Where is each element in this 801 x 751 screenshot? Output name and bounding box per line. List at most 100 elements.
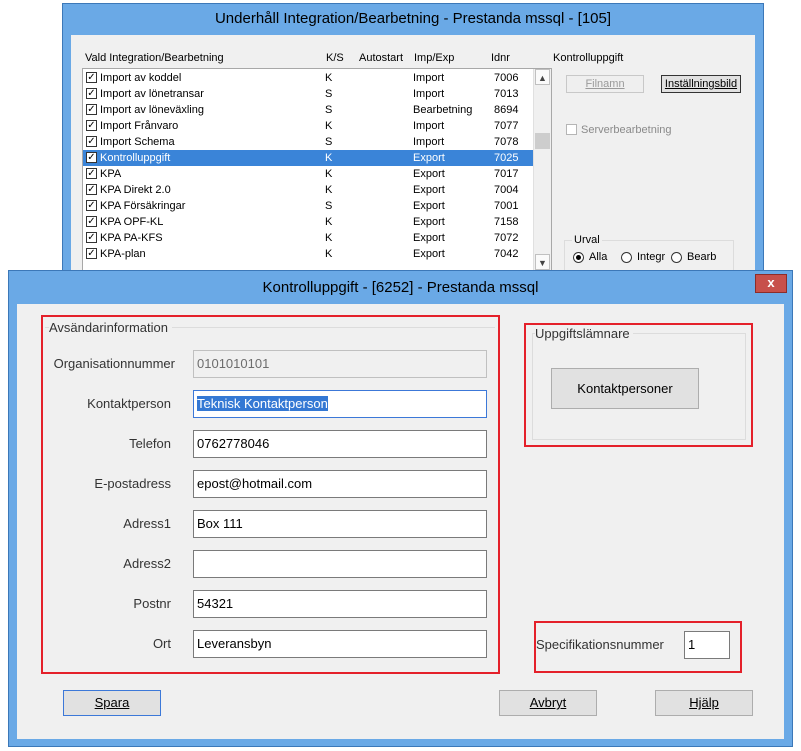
row-idnr: 7017 bbox=[494, 168, 519, 180]
scroll-up-icon[interactable]: ▲ bbox=[535, 69, 550, 85]
zip-field[interactable]: 54321 bbox=[193, 590, 487, 618]
kontaktpersoner-button[interactable]: Kontaktpersoner bbox=[551, 368, 699, 409]
filer-group-title: Uppgiftslämnare bbox=[535, 326, 633, 341]
org-label: Organisationnummer bbox=[53, 356, 175, 371]
column-header-idnr[interactable]: Idnr bbox=[491, 52, 510, 64]
side-title: Kontrolluppgift bbox=[553, 52, 624, 64]
address1-label: Adress1 bbox=[123, 516, 171, 531]
row-impexp: Export bbox=[413, 216, 445, 228]
spec-number-field[interactable]: 1 bbox=[684, 631, 730, 659]
row-ks: K bbox=[325, 216, 333, 228]
scroll-down-icon[interactable]: ▼ bbox=[535, 254, 550, 270]
list-row[interactable]: ✓ KPA Försäkringar S Export 7001 bbox=[83, 198, 534, 214]
row-checkbox[interactable]: ✓ bbox=[86, 248, 97, 259]
radio-alla-label: Alla bbox=[589, 251, 608, 263]
row-idnr: 7001 bbox=[494, 200, 519, 212]
email-label: E-postadress bbox=[94, 476, 171, 491]
phone-field[interactable]: 0762778046 bbox=[193, 430, 487, 458]
row-checkbox[interactable]: ✓ bbox=[86, 168, 97, 179]
list-row[interactable]: ✓ KPA K Export 7017 bbox=[83, 166, 534, 182]
row-checkbox[interactable]: ✓ bbox=[86, 200, 97, 211]
row-impexp: Import bbox=[413, 136, 445, 148]
row-ks: K bbox=[325, 168, 333, 180]
phone-label: Telefon bbox=[129, 436, 171, 451]
row-name: Import av lönetransar bbox=[100, 88, 204, 100]
installningsbild-button[interactable]: Inställningsbild bbox=[661, 75, 741, 93]
list-row[interactable]: ✓ KPA OPF-KL K Export 7158 bbox=[83, 214, 534, 230]
row-name: Import av koddel bbox=[100, 72, 182, 84]
integration-list[interactable]: ✓ Import av koddel K Import 7006 ✓ Import av l… bbox=[82, 68, 552, 271]
close-button[interactable]: x bbox=[755, 274, 787, 293]
background-window-title: Underhåll Integration/Bearbetning - Pres… bbox=[214, 10, 612, 27]
help-button[interactable]: Hjälp bbox=[655, 690, 753, 716]
row-name: KPA bbox=[100, 168, 122, 180]
row-checkbox[interactable]: ✓ bbox=[86, 184, 97, 195]
list-row[interactable]: ✓ KPA PA-KFS K Export 7072 bbox=[83, 230, 534, 246]
column-header-name[interactable]: Vald Integration/Bearbetning bbox=[85, 52, 224, 64]
city-label: Ort bbox=[152, 636, 171, 651]
help-label: Hjälp bbox=[689, 695, 719, 710]
contact-person-value: Teknisk Kontaktperson bbox=[197, 396, 328, 411]
list-row[interactable]: ✓ Import av koddel K Import 7006 bbox=[83, 70, 534, 86]
cancel-button[interactable]: Avbryt bbox=[499, 690, 597, 716]
row-impexp: Export bbox=[413, 152, 445, 164]
org-number-field[interactable]: 0101010101 bbox=[193, 350, 487, 378]
row-idnr: 7158 bbox=[494, 216, 519, 228]
row-impexp: Export bbox=[413, 232, 445, 244]
kontrolluppgift-dialog: Kontrolluppgift - [6252] - Prestanda mss… bbox=[8, 270, 793, 747]
column-header-ks[interactable]: K/S bbox=[326, 52, 344, 64]
row-name: KPA Direkt 2.0 bbox=[100, 184, 171, 196]
row-checkbox[interactable]: ✓ bbox=[86, 88, 97, 99]
list-row[interactable]: ✓ KPA Direkt 2.0 K Export 7004 bbox=[83, 182, 534, 198]
contact-person-field[interactable]: Teknisk Kontaktperson bbox=[193, 390, 487, 418]
row-impexp: Export bbox=[413, 168, 445, 180]
radio-integr-label: Integr bbox=[637, 251, 666, 263]
row-checkbox[interactable]: ✓ bbox=[86, 120, 97, 131]
row-impexp: Import bbox=[413, 72, 445, 84]
address2-field[interactable] bbox=[193, 550, 487, 578]
list-scrollbar[interactable]: ▲ ▼ bbox=[533, 69, 551, 270]
row-impexp: Import bbox=[413, 88, 445, 100]
list-row[interactable]: ✓ Import Frånvaro K Import 7077 bbox=[83, 118, 534, 134]
radio-alla[interactable] bbox=[573, 252, 584, 263]
city-field[interactable]: Leveransbyn bbox=[193, 630, 487, 658]
address2-label: Adress2 bbox=[123, 556, 171, 571]
row-checkbox[interactable]: ✓ bbox=[86, 152, 97, 163]
row-checkbox[interactable]: ✓ bbox=[86, 72, 97, 83]
filnamn-label: Filnamn bbox=[585, 78, 625, 90]
row-checkbox[interactable]: ✓ bbox=[86, 232, 97, 243]
list-row[interactable]: ✓ Import av löneväxling S Bearbetning 8694 bbox=[83, 102, 534, 118]
filnamn-button[interactable]: Filnamn bbox=[566, 75, 644, 93]
row-name: Import Frånvaro bbox=[100, 120, 179, 132]
row-idnr: 7042 bbox=[494, 248, 519, 260]
row-ks: K bbox=[325, 72, 333, 84]
row-checkbox[interactable]: ✓ bbox=[86, 216, 97, 227]
serverbearbetning-label: Serverbearbetning bbox=[581, 124, 672, 136]
background-window: Underhåll Integration/Bearbetning - Pres… bbox=[62, 3, 764, 271]
serverbearbetning-checkbox[interactable] bbox=[566, 124, 577, 135]
radio-integr[interactable] bbox=[621, 252, 632, 263]
row-idnr: 7077 bbox=[494, 120, 519, 132]
radio-bearb[interactable] bbox=[671, 252, 682, 263]
row-ks: S bbox=[325, 200, 333, 212]
list-row[interactable]: ✓ Import Schema S Import 7078 bbox=[83, 134, 534, 150]
save-button[interactable]: Spara bbox=[63, 690, 161, 716]
row-impexp: Import bbox=[413, 120, 445, 132]
scroll-thumb[interactable] bbox=[535, 133, 550, 149]
row-name: KPA Försäkringar bbox=[100, 200, 186, 212]
column-header-impexp[interactable]: Imp/Exp bbox=[414, 52, 454, 64]
list-row[interactable]: ✓ Import av lönetransar S Import 7013 bbox=[83, 86, 534, 102]
row-checkbox[interactable]: ✓ bbox=[86, 136, 97, 147]
column-header-autostart[interactable]: Autostart bbox=[359, 52, 403, 64]
list-row[interactable]: ✓ Kontrolluppgift K Export 7025 bbox=[83, 150, 534, 166]
address1-field[interactable]: Box 111 bbox=[193, 510, 487, 538]
row-name: Import Schema bbox=[100, 136, 175, 148]
row-ks: S bbox=[325, 136, 333, 148]
row-checkbox[interactable]: ✓ bbox=[86, 104, 97, 115]
list-row[interactable]: ✓ KPA-plan K Export 7042 bbox=[83, 246, 534, 262]
urval-title: Urval bbox=[572, 234, 602, 246]
installningsbild-label: Inställningsbild bbox=[664, 78, 738, 90]
email-field[interactable]: epost@hotmail.com bbox=[193, 470, 487, 498]
row-impexp: Export bbox=[413, 184, 445, 196]
row-idnr: 7078 bbox=[494, 136, 519, 148]
